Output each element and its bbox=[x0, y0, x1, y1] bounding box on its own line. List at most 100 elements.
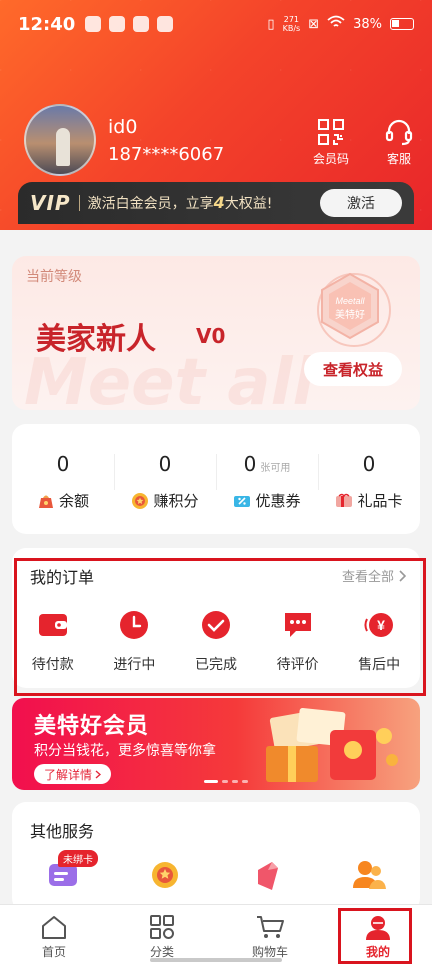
check-circle-icon bbox=[201, 611, 230, 639]
order-pending-payment[interactable]: 待付款 bbox=[12, 608, 94, 674]
tab-category[interactable]: 分类 bbox=[108, 905, 216, 964]
vip-activation-bar[interactable]: VIP 激活白金会员，立享4大权益! 激活 bbox=[18, 182, 414, 224]
level-tag: 当前等级 bbox=[26, 269, 82, 285]
membership-banner[interactable]: 美特好会员 积分当钱花，更多惊喜等你拿 了解详情 bbox=[12, 698, 420, 790]
vip-promo-text: 激活白金会员，立享4大权益! bbox=[87, 193, 273, 212]
order-status-row: 待付款 进行中 已完成 待评价 ¥ 售后中 bbox=[12, 608, 420, 674]
headset-icon bbox=[374, 116, 424, 148]
service-invite[interactable] bbox=[318, 858, 420, 894]
status-bar: 12:40 ▯ 271 KB/s ⊠ 38% bbox=[0, 0, 432, 48]
coupon-icon bbox=[234, 495, 251, 507]
vip-logo: VIP bbox=[30, 191, 71, 215]
svg-text:美特好: 美特好 bbox=[335, 308, 365, 321]
wifi-icon bbox=[327, 15, 345, 33]
cart-icon bbox=[257, 916, 284, 938]
status-right: ▯ 271 KB/s ⊠ 38% bbox=[267, 15, 414, 33]
clock-icon bbox=[120, 611, 149, 639]
activate-button[interactable]: 激活 bbox=[320, 189, 402, 217]
order-label: 待付款 bbox=[31, 657, 74, 673]
other-services-card: 其他服务 未绑卡 bbox=[12, 802, 420, 912]
promotion-icon bbox=[258, 862, 278, 890]
user-id: id0 bbox=[108, 116, 138, 138]
app2-notification-icon bbox=[157, 16, 174, 32]
users-icon bbox=[353, 861, 386, 889]
member-code-label: 会员码 bbox=[312, 152, 349, 166]
wallet-bag-icon bbox=[38, 495, 53, 508]
asset-balance[interactable]: 0 余额 bbox=[12, 424, 114, 534]
banner-title: 美特好会员 bbox=[34, 714, 150, 739]
tab-cart[interactable]: 购物车 bbox=[216, 905, 324, 964]
order-label: 已完成 bbox=[194, 657, 237, 673]
svg-text:Meetall: Meetall bbox=[335, 296, 365, 306]
coupon-available-note: 张可用 bbox=[260, 463, 291, 474]
view-benefits-button[interactable]: 查看权益 bbox=[304, 352, 402, 386]
battery-text: 38% bbox=[353, 16, 382, 32]
mail-notification-icon bbox=[133, 16, 150, 32]
points-coin-icon bbox=[132, 492, 149, 509]
points-label: 赚积分 bbox=[153, 492, 199, 510]
member-level-card: Meet all 当前等级 美家新人 V0 Meetall 美特好 查看权益 bbox=[12, 256, 420, 410]
order-label: 进行中 bbox=[113, 657, 156, 673]
orders-card: 我的订单 查看全部 待付款 进行中 已完成 待评价 ¥ 售后中 bbox=[12, 548, 420, 688]
status-time: 12:40 bbox=[18, 13, 76, 35]
gold-coin-icon bbox=[152, 862, 178, 888]
customer-service-label: 客服 bbox=[386, 152, 411, 166]
level-badge-icon: Meetall 美特好 bbox=[317, 272, 391, 347]
refund-icon: ¥ bbox=[364, 613, 394, 637]
orders-title: 我的订单 bbox=[30, 568, 95, 587]
balance-value: 0 bbox=[56, 452, 70, 476]
asset-gift-card[interactable]: 0 礼品卡 bbox=[318, 424, 420, 534]
banner-pagination bbox=[204, 780, 248, 783]
tab-label: 首页 bbox=[41, 945, 66, 959]
crown-notification-icon bbox=[109, 16, 126, 32]
member-code-button[interactable]: 会员码 bbox=[306, 116, 356, 167]
app-notification-icon bbox=[85, 16, 102, 32]
gift-card-icon bbox=[336, 493, 353, 507]
service-coin[interactable] bbox=[114, 858, 216, 894]
services-row: 未绑卡 bbox=[12, 850, 420, 894]
svg-text:¥: ¥ bbox=[377, 617, 385, 633]
user-phone: 187****6067 bbox=[108, 144, 225, 165]
comment-icon bbox=[284, 613, 311, 637]
gift-illustration-icon bbox=[266, 707, 398, 782]
order-label: 售后中 bbox=[358, 657, 401, 673]
service-promotion[interactable] bbox=[216, 858, 318, 894]
level-name: 美家新人 bbox=[36, 322, 156, 357]
points-value: 0 bbox=[158, 452, 172, 476]
order-after-sales[interactable]: ¥ 售后中 bbox=[338, 608, 420, 674]
order-to-review[interactable]: 待评价 bbox=[257, 608, 339, 674]
view-all-label: 查看全部 bbox=[341, 570, 394, 585]
learn-more-button[interactable]: 了解详情 bbox=[34, 764, 112, 784]
avatar[interactable] bbox=[24, 104, 96, 176]
banner-subtitle: 积分当钱花，更多惊喜等你拿 bbox=[34, 743, 216, 759]
home-icon bbox=[42, 916, 66, 939]
asset-points[interactable]: 0 赚积分 bbox=[114, 424, 216, 534]
chevron-right-icon bbox=[95, 769, 102, 779]
tab-mine[interactable]: 我的 bbox=[324, 905, 432, 964]
coupon-label: 优惠券 bbox=[255, 492, 301, 510]
order-completed[interactable]: 已完成 bbox=[175, 608, 257, 674]
tab-home[interactable]: 首页 bbox=[0, 905, 108, 964]
gift-card-value: 0 bbox=[362, 452, 376, 476]
vibrate-icon: ▯ bbox=[267, 16, 275, 32]
chevron-right-icon bbox=[399, 569, 406, 582]
view-all-orders-link[interactable]: 查看全部 bbox=[342, 566, 406, 585]
order-in-progress[interactable]: 进行中 bbox=[94, 608, 176, 674]
unbound-card-badge: 未绑卡 bbox=[58, 850, 98, 867]
assets-card: 0 余额 0 赚积分 0 张可用 优惠券 0 礼品卡 bbox=[12, 424, 420, 534]
service-member-card[interactable]: 未绑卡 bbox=[12, 850, 114, 894]
vip-divider bbox=[78, 195, 80, 211]
notification-icons bbox=[85, 16, 174, 32]
order-label: 待评价 bbox=[276, 657, 319, 673]
user-icon bbox=[366, 916, 390, 940]
category-icon bbox=[150, 915, 174, 939]
network-speed: 271 KB/s bbox=[282, 15, 301, 33]
gift-card-label: 礼品卡 bbox=[357, 492, 403, 510]
sim-off-icon: ⊠ bbox=[308, 16, 320, 32]
balance-label: 余额 bbox=[58, 492, 89, 510]
customer-service-button[interactable]: 客服 bbox=[374, 116, 424, 167]
home-indicator bbox=[150, 958, 282, 962]
level-code: V0 bbox=[196, 324, 226, 348]
asset-coupons[interactable]: 0 张可用 优惠券 bbox=[216, 424, 318, 534]
coupon-value: 0 bbox=[243, 452, 257, 476]
